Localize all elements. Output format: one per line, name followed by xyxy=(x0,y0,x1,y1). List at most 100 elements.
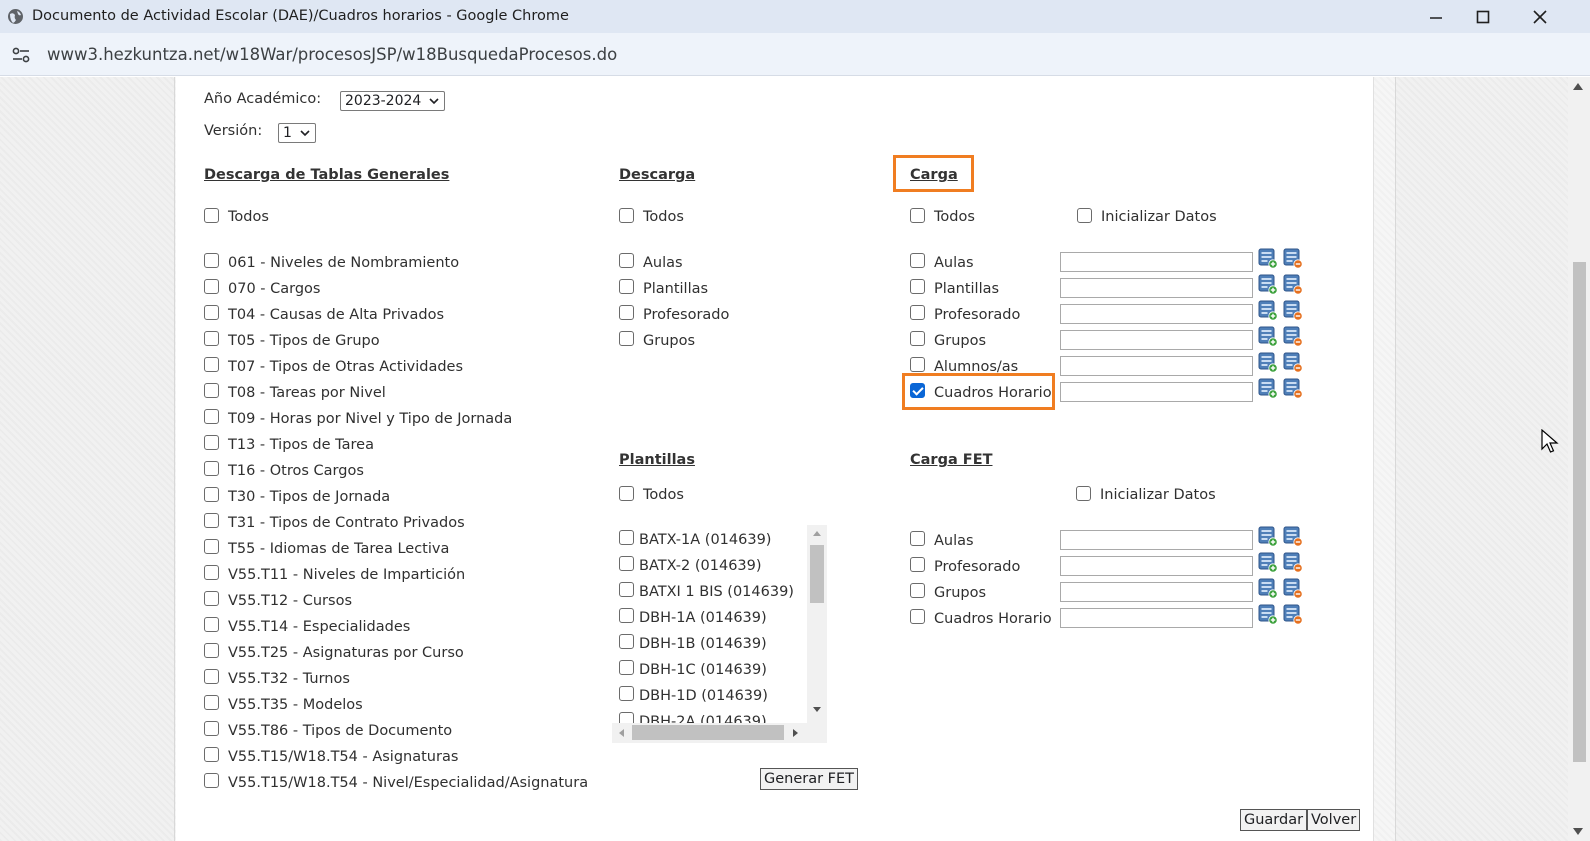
listbox-vertical-scrollbar[interactable] xyxy=(807,525,827,723)
listbox-scroll-left-icon[interactable] xyxy=(619,729,624,737)
tablas-item-checkbox[interactable] xyxy=(204,357,219,372)
plantillas-item-checkbox[interactable] xyxy=(619,686,634,701)
plantillas-item-checkbox[interactable] xyxy=(619,634,634,649)
plantillas-todos-checkbox[interactable] xyxy=(619,486,634,501)
plantillas-item-checkbox[interactable] xyxy=(619,660,634,675)
volver-button[interactable]: Volver xyxy=(1307,809,1361,831)
tablas-item-checkbox[interactable] xyxy=(204,513,219,528)
plantillas-item-checkbox[interactable] xyxy=(619,530,634,545)
database-remove-icon[interactable] xyxy=(1283,300,1303,321)
database-remove-icon[interactable] xyxy=(1283,274,1303,295)
database-remove-icon[interactable] xyxy=(1283,378,1303,399)
carga-item-checkbox[interactable] xyxy=(910,331,925,346)
listbox-scroll-up-icon[interactable] xyxy=(813,531,821,536)
tablas-item-checkbox[interactable] xyxy=(204,487,219,502)
tablas-item-checkbox[interactable] xyxy=(204,279,219,294)
carga-todos-checkbox[interactable] xyxy=(910,208,925,223)
descarga-item-checkbox[interactable] xyxy=(619,305,634,320)
carga-item-input[interactable] xyxy=(1060,278,1253,298)
generar-fet-button[interactable]: Generar FET xyxy=(760,768,859,790)
plantillas-item-checkbox[interactable] xyxy=(619,608,634,623)
tablas-item-checkbox[interactable] xyxy=(204,435,219,450)
database-add-icon[interactable] xyxy=(1258,274,1278,295)
carga-fet-item-checkbox[interactable] xyxy=(910,583,925,598)
database-add-icon[interactable] xyxy=(1258,300,1278,321)
carga-fet-item-input[interactable] xyxy=(1060,608,1253,628)
close-button[interactable] xyxy=(1517,4,1563,30)
page-scrollbar[interactable] xyxy=(1568,77,1590,841)
tablas-todos-checkbox[interactable] xyxy=(204,208,219,223)
tablas-item-checkbox[interactable] xyxy=(204,617,219,632)
tablas-item-checkbox[interactable] xyxy=(204,721,219,736)
tablas-item-checkbox[interactable] xyxy=(204,383,219,398)
database-remove-icon[interactable] xyxy=(1283,578,1303,599)
tablas-item-checkbox[interactable] xyxy=(204,747,219,762)
tablas-item-checkbox[interactable] xyxy=(204,643,219,658)
tablas-item-checkbox[interactable] xyxy=(204,409,219,424)
carga-item-checkbox[interactable] xyxy=(910,279,925,294)
carga-item-checkbox[interactable] xyxy=(910,357,925,372)
carga-fet-item-checkbox[interactable] xyxy=(910,531,925,546)
listbox-scroll-down-icon[interactable] xyxy=(813,707,821,712)
carga-item-input[interactable] xyxy=(1060,304,1253,324)
tablas-item-checkbox[interactable] xyxy=(204,253,219,268)
scroll-thumb[interactable] xyxy=(1573,262,1586,762)
listbox-scroll-thumb[interactable] xyxy=(810,545,824,603)
database-add-icon[interactable] xyxy=(1258,248,1278,269)
descarga-item-checkbox[interactable] xyxy=(619,279,634,294)
descarga-item-checkbox[interactable] xyxy=(619,331,634,346)
tablas-item-checkbox[interactable] xyxy=(204,461,219,476)
tablas-item-checkbox[interactable] xyxy=(204,539,219,554)
database-add-icon[interactable] xyxy=(1258,578,1278,599)
tablas-item-checkbox[interactable] xyxy=(204,695,219,710)
site-settings-icon[interactable] xyxy=(11,45,31,65)
guardar-button[interactable]: Guardar xyxy=(1240,809,1308,831)
scroll-up-icon[interactable] xyxy=(1573,83,1583,90)
carga-item-input[interactable] xyxy=(1060,356,1253,376)
scroll-down-icon[interactable] xyxy=(1573,828,1583,835)
carga-fet-item-checkbox[interactable] xyxy=(910,557,925,572)
database-add-icon[interactable] xyxy=(1258,378,1278,399)
version-select[interactable]: 1 xyxy=(278,123,316,143)
database-remove-icon[interactable] xyxy=(1283,526,1303,547)
plantillas-item-checkbox[interactable] xyxy=(619,556,634,571)
carga-fet-item-checkbox[interactable] xyxy=(910,609,925,624)
database-add-icon[interactable] xyxy=(1258,352,1278,373)
tablas-item-checkbox[interactable] xyxy=(204,331,219,346)
maximize-button[interactable] xyxy=(1460,4,1506,30)
carga-fet-item-input[interactable] xyxy=(1060,582,1253,602)
tablas-item-checkbox[interactable] xyxy=(204,565,219,580)
carga-inicializar-checkbox[interactable] xyxy=(1077,208,1092,223)
database-add-icon[interactable] xyxy=(1258,552,1278,573)
carga-item-input[interactable] xyxy=(1060,382,1253,402)
carga-item-input[interactable] xyxy=(1060,330,1253,350)
database-add-icon[interactable] xyxy=(1258,526,1278,547)
database-add-icon[interactable] xyxy=(1258,604,1278,625)
tablas-item-checkbox[interactable] xyxy=(204,773,219,788)
url-text[interactable]: www3.hezkuntza.net/w18War/procesosJSP/w1… xyxy=(47,45,617,64)
database-remove-icon[interactable] xyxy=(1283,352,1303,373)
listbox-hscroll-thumb[interactable] xyxy=(632,725,784,740)
carga-item-checkbox[interactable] xyxy=(910,305,925,320)
plantillas-item-checkbox[interactable] xyxy=(619,582,634,597)
database-remove-icon[interactable] xyxy=(1283,552,1303,573)
minimize-button[interactable] xyxy=(1413,4,1459,30)
plantillas-listbox[interactable]: BATX-1A (014639) BATX-2 (014639) BATXI 1 B… xyxy=(612,525,827,743)
database-remove-icon[interactable] xyxy=(1283,326,1303,347)
carga-fet-item-input[interactable] xyxy=(1060,530,1253,550)
tablas-item-checkbox[interactable] xyxy=(204,305,219,320)
descarga-todos-checkbox[interactable] xyxy=(619,208,634,223)
listbox-horizontal-scrollbar[interactable] xyxy=(612,723,827,743)
carga-fet-item-input[interactable] xyxy=(1060,556,1253,576)
database-remove-icon[interactable] xyxy=(1283,604,1303,625)
carga-item-checkbox[interactable] xyxy=(910,383,925,398)
database-add-icon[interactable] xyxy=(1258,326,1278,347)
database-remove-icon[interactable] xyxy=(1283,248,1303,269)
anio-select[interactable]: 2023-2024 xyxy=(340,91,445,111)
carga-item-input[interactable] xyxy=(1060,252,1253,272)
carga-item-checkbox[interactable] xyxy=(910,253,925,268)
listbox-scroll-right-icon[interactable] xyxy=(793,729,798,737)
address-bar[interactable]: www3.hezkuntza.net/w18War/procesosJSP/w1… xyxy=(0,33,1590,76)
carga-fet-inicializar-checkbox[interactable] xyxy=(1076,486,1091,501)
tablas-item-checkbox[interactable] xyxy=(204,669,219,684)
